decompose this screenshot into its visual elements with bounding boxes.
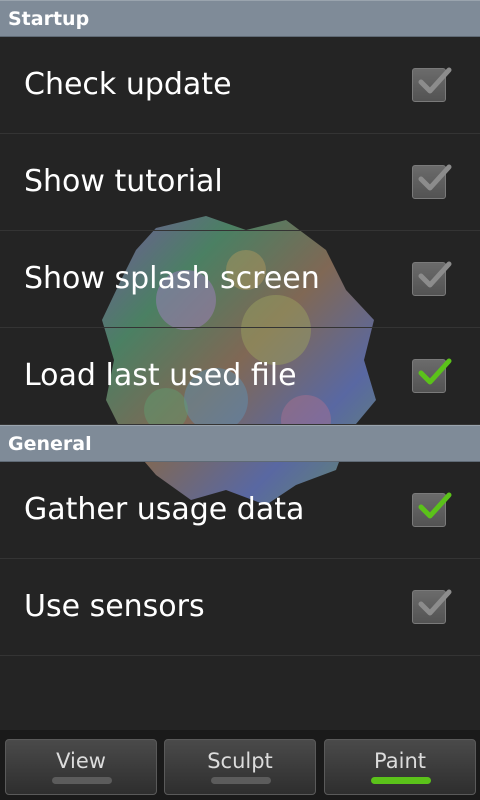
pref-label: Show tutorial [24, 164, 223, 199]
tab-indicator [52, 777, 112, 784]
tab-paint[interactable]: Paint [324, 739, 476, 795]
tab-label: Paint [374, 749, 426, 773]
checkbox[interactable] [412, 261, 452, 296]
check-icon [418, 358, 452, 385]
tab-indicator [211, 777, 271, 784]
pref-show-splash-screen[interactable]: Show splash screen [0, 231, 480, 328]
bottom-tab-bar: View Sculpt Paint [0, 730, 480, 800]
check-icon [418, 67, 452, 94]
preferences-list: Startup Check update Show tutorial Show … [0, 0, 480, 656]
check-icon [418, 261, 452, 288]
tab-indicator-active [371, 777, 431, 784]
tab-label: Sculpt [207, 749, 273, 773]
pref-label: Load last used file [24, 358, 297, 393]
pref-load-last-used-file[interactable]: Load last used file [0, 328, 480, 425]
checkbox[interactable] [412, 589, 452, 624]
pref-label: Gather usage data [24, 492, 305, 527]
section-header-startup: Startup [0, 0, 480, 37]
pref-gather-usage-data[interactable]: Gather usage data [0, 462, 480, 559]
tab-sculpt[interactable]: Sculpt [164, 739, 316, 795]
pref-label: Use sensors [24, 589, 205, 624]
tab-label: View [56, 749, 106, 773]
check-icon [418, 164, 452, 191]
tab-view[interactable]: View [5, 739, 157, 795]
checkbox[interactable] [412, 67, 452, 102]
pref-show-tutorial[interactable]: Show tutorial [0, 134, 480, 231]
pref-label: Show splash screen [24, 261, 320, 296]
checkbox[interactable] [412, 164, 452, 199]
checkbox[interactable] [412, 492, 452, 527]
checkbox[interactable] [412, 358, 452, 393]
check-icon [418, 492, 452, 519]
pref-use-sensors[interactable]: Use sensors [0, 559, 480, 656]
pref-label: Check update [24, 67, 232, 102]
section-header-general: General [0, 425, 480, 462]
check-icon [418, 589, 452, 616]
pref-check-update[interactable]: Check update [0, 37, 480, 134]
